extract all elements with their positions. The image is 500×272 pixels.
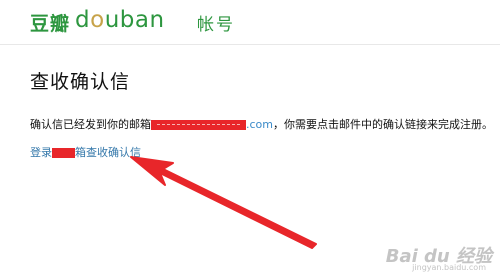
logo-en-d: d	[75, 7, 91, 33]
email-domain: .com	[246, 118, 273, 131]
logo-en-rest: uban	[104, 7, 165, 33]
page-title: 查收确认信	[30, 71, 131, 93]
login-link-prefix: 登录	[30, 146, 52, 159]
redacted-mailbox-mark	[52, 148, 75, 158]
message-prefix: 确认信已经发到你的邮箱	[30, 118, 151, 131]
login-link-suffix: 箱查收确认信	[75, 146, 141, 159]
redacted-email-mark	[151, 120, 246, 130]
account-label: 帐号	[197, 15, 235, 35]
logo-en-o: o	[90, 7, 105, 33]
message-suffix: ，你需要点击邮件中的确认链接来完成注册。	[273, 118, 493, 131]
site-header: 豆瓣 douban 帐号	[0, 0, 500, 45]
douban-logo-cn[interactable]: 豆瓣	[30, 9, 70, 36]
login-mailbox-link[interactable]: 登录 箱查收确认信	[30, 144, 141, 160]
douban-logo-en[interactable]: douban	[75, 7, 165, 33]
confirmation-message: 确认信已经发到你的邮箱 .com，你需要点击邮件中的确认链接来完成注册。	[30, 118, 493, 132]
watermark-url: jingyan.baidu.com	[412, 263, 486, 272]
